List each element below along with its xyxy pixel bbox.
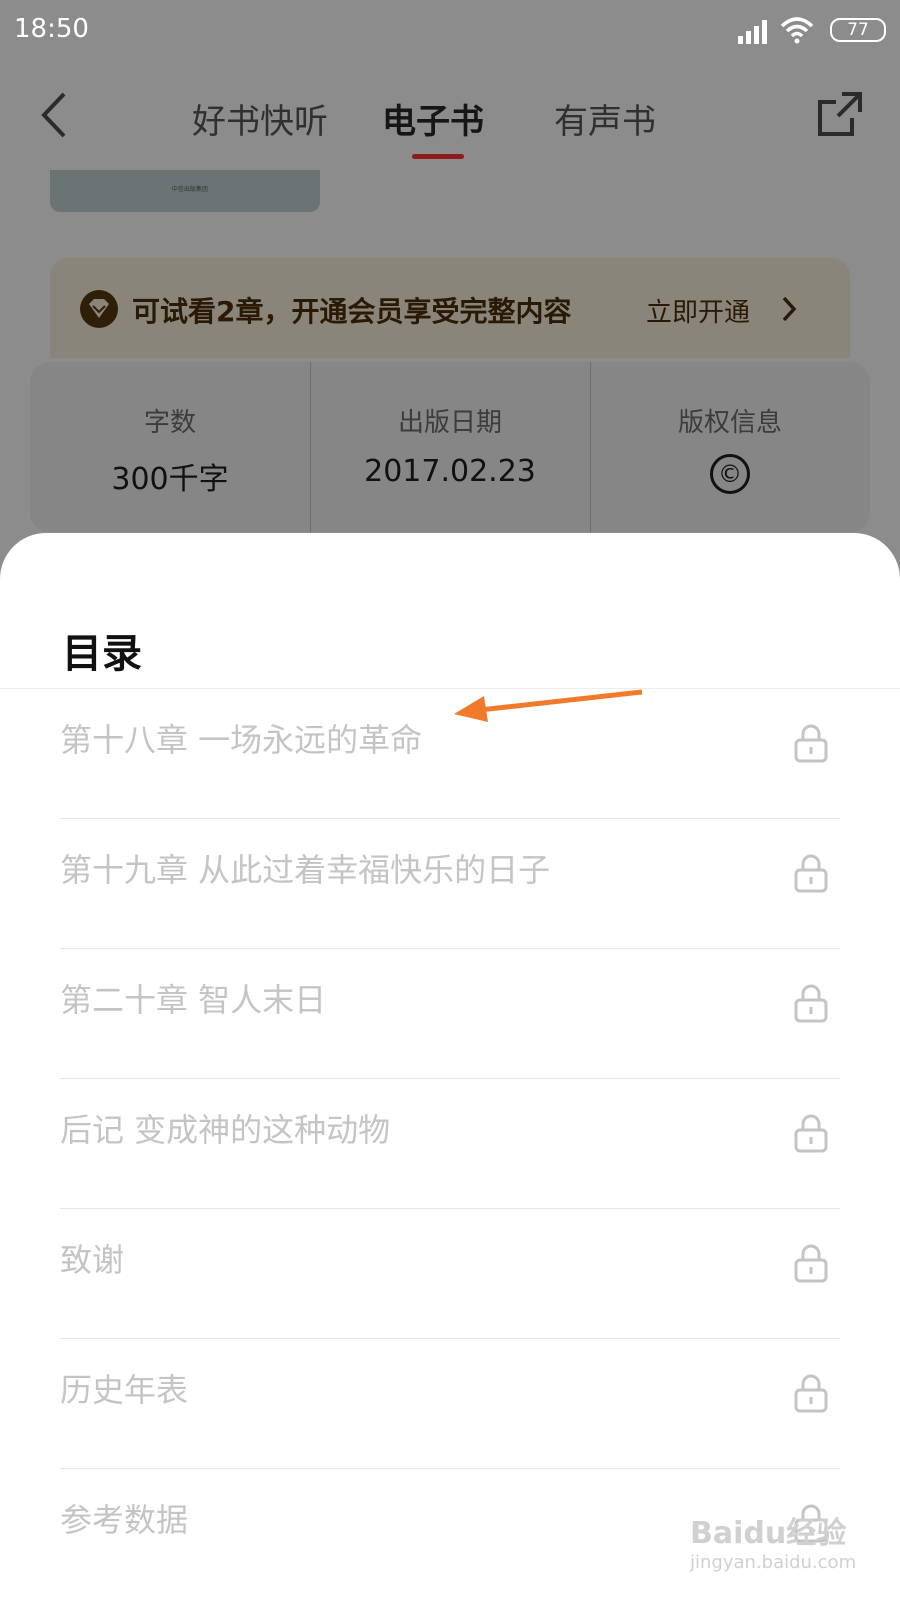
vip-banner-text: 可试看2章，开通会员享受完整内容	[132, 295, 572, 328]
chapter-item[interactable]: 第二十章 智人末日	[60, 949, 840, 1079]
chapter-item[interactable]: 致谢	[60, 1209, 840, 1339]
lock-icon	[794, 724, 828, 763]
watermark-url: jingyan.baidu.com	[690, 1552, 857, 1573]
signal-icon	[738, 20, 767, 44]
share-icon[interactable]	[816, 90, 864, 138]
lock-icon	[794, 854, 828, 893]
chapter-title: 第二十章 智人末日	[60, 981, 327, 1019]
book-info-panel: 字数 300千字 出版日期 2017.02.23 版权信息 ©	[30, 362, 870, 532]
chevron-right-icon	[782, 296, 797, 322]
chapter-item[interactable]: 历史年表	[60, 1339, 840, 1469]
copyright-icon[interactable]: ©	[710, 454, 750, 494]
chapter-title: 参考数据	[60, 1501, 189, 1539]
active-tab-indicator	[412, 154, 464, 159]
chapter-item[interactable]: 第十九章 从此过着幸福快乐的日子	[60, 819, 840, 949]
word-count-value: 300千字	[111, 462, 229, 497]
chapter-title: 第十八章 一场永远的革命	[60, 721, 423, 759]
lock-icon	[794, 1114, 828, 1153]
word-count-cell: 字数 300千字	[30, 362, 310, 532]
battery-indicator: 77	[830, 18, 886, 42]
copyright-label: 版权信息	[677, 408, 782, 438]
status-bar: 18:50 77	[0, 0, 900, 62]
back-arrow-icon[interactable]	[36, 90, 76, 140]
top-nav: 好书快听 电子书 有声书	[0, 70, 900, 170]
chapter-title: 历史年表	[60, 1371, 189, 1409]
status-time: 18:50	[14, 14, 89, 44]
publisher-caption: ·中信出版集团	[170, 186, 208, 193]
publish-date-cell: 出版日期 2017.02.23	[310, 362, 590, 532]
publish-date-value: 2017.02.23	[364, 454, 536, 489]
open-membership-link[interactable]: 立即开通	[646, 292, 750, 329]
tab-audiobook[interactable]: 有声书	[554, 94, 656, 143]
tab-audio-summary[interactable]: 好书快听	[192, 94, 328, 143]
vip-banner[interactable]: 可试看2章，开通会员享受完整内容 立即开通	[50, 258, 850, 358]
chapter-title: 致谢	[60, 1241, 125, 1279]
book-cover-thumbnail: ·中信出版集团	[50, 170, 320, 212]
copyright-cell[interactable]: 版权信息 ©	[590, 362, 870, 532]
annotation-arrow-icon	[454, 689, 643, 722]
lock-icon	[794, 1244, 828, 1283]
lock-icon	[794, 984, 828, 1023]
chapter-title: 后记 变成神的这种动物	[60, 1111, 391, 1149]
tab-ebook[interactable]: 电子书	[382, 94, 484, 143]
vip-diamond-icon	[80, 290, 118, 328]
word-count-label: 字数	[143, 408, 196, 438]
watermark-logo: Baidu经验	[690, 1516, 847, 1551]
lock-icon	[794, 1374, 828, 1413]
watermark: Baidu经验 jingyan.baidu.com	[690, 1508, 890, 1588]
toc-title: 目录	[62, 631, 142, 677]
chapter-title: 第十九章 从此过着幸福快乐的日子	[60, 851, 551, 889]
chapter-item[interactable]: 后记 变成神的这种动物	[60, 1079, 840, 1209]
wifi-icon	[780, 17, 814, 44]
publish-date-label: 出版日期	[397, 408, 502, 438]
